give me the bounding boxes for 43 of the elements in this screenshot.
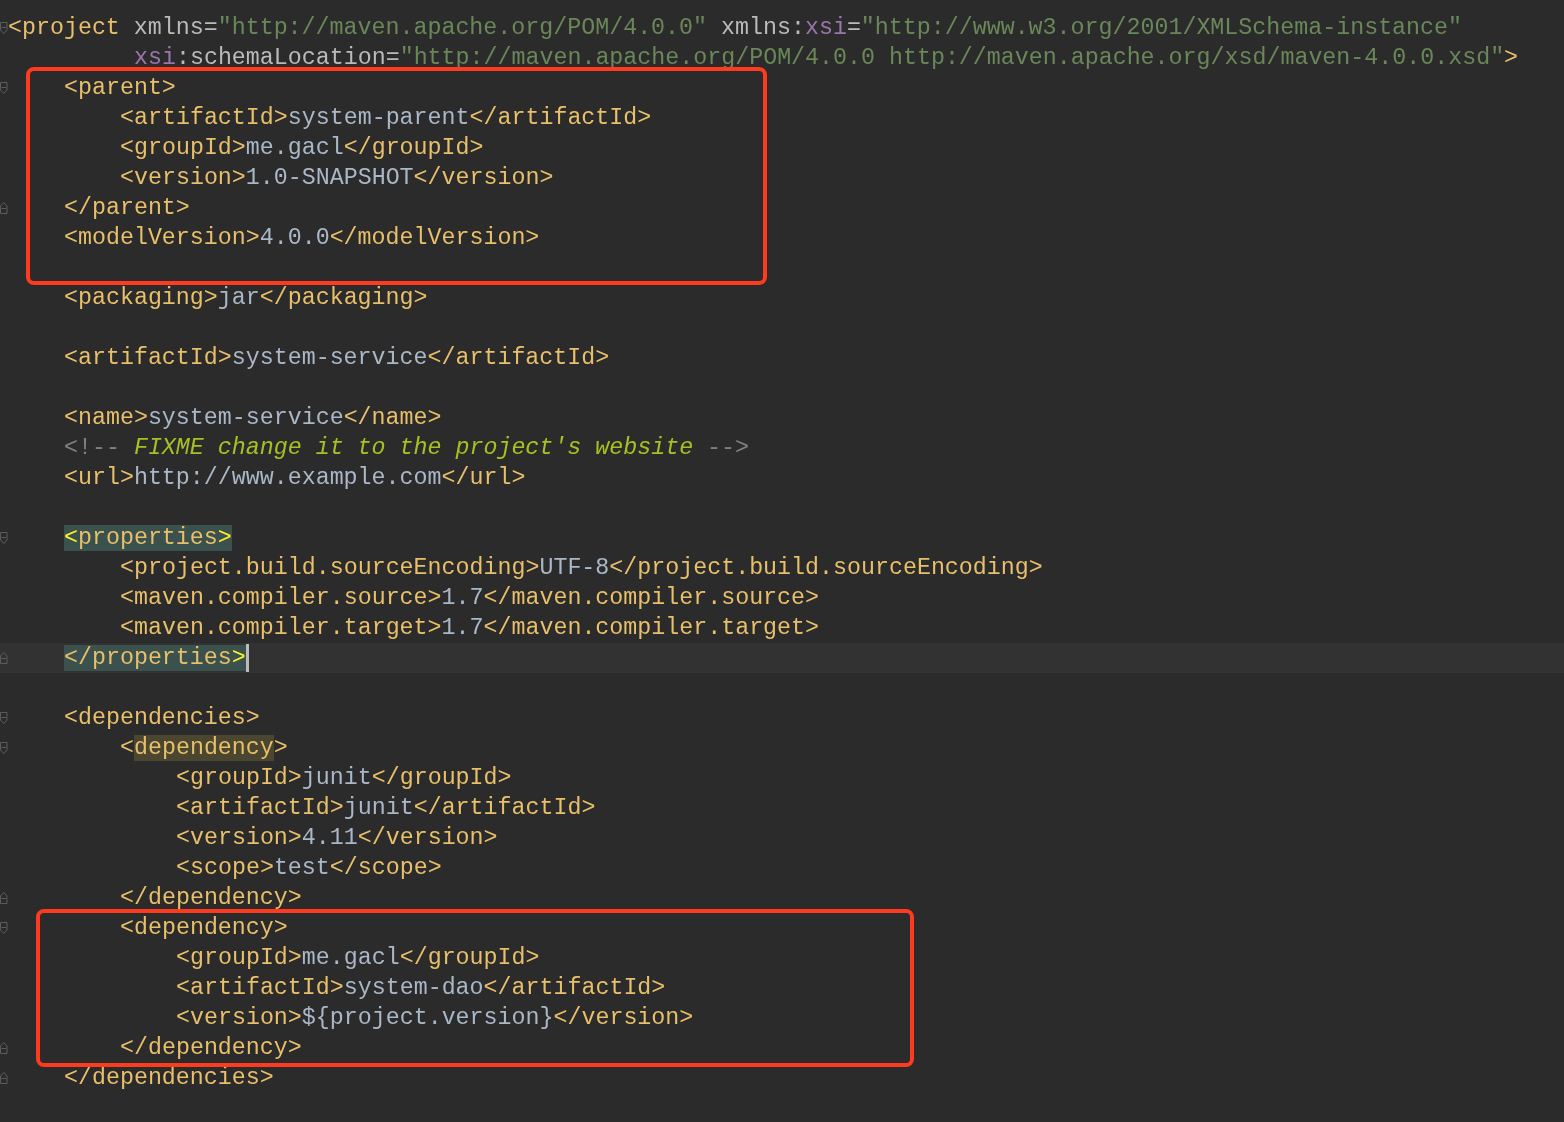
- code-line: <scope>test</scope>: [176, 854, 442, 883]
- fold-icon[interactable]: [0, 21, 8, 35]
- code-line: <dependency>: [120, 914, 288, 943]
- code-line: </parent>: [64, 194, 190, 223]
- code-line: <groupId>me.gacl</groupId>: [120, 134, 484, 163]
- fold-end-icon[interactable]: [0, 891, 8, 905]
- fold-icon[interactable]: [0, 531, 8, 545]
- code-line: <artifactId>junit</artifactId>: [176, 794, 596, 823]
- code-line: </dependency>: [120, 884, 302, 913]
- fold-end-icon[interactable]: [0, 1071, 8, 1085]
- fold-end-icon[interactable]: [0, 1041, 8, 1055]
- text-caret: [245, 644, 249, 672]
- code-line: <project.build.sourceEncoding>UTF-8</project.build.sourceEncoding>: [120, 554, 1043, 583]
- code-line: <maven.compiler.target>1.7</maven.compiler.target>: [120, 614, 820, 643]
- code-line: <version>4.11</version>: [176, 824, 498, 853]
- code-line: <dependencies>: [64, 704, 260, 733]
- code-line: <url>http://www.example.com</url>: [64, 464, 526, 493]
- fold-end-icon[interactable]: [0, 651, 8, 665]
- code-line: <artifactId>system-parent</artifactId>: [120, 104, 652, 133]
- code-line: </dependencies>: [64, 1064, 274, 1093]
- code-line: <project xmlns="http://maven.apache.org/POM/4.0.0" xmlns:xsi="http://www.w3.org/2001/XMLSchema-instance": [8, 14, 1463, 43]
- code-line: <parent>: [64, 74, 176, 103]
- code-line: <modelVersion>4.0.0</modelVersion>: [64, 224, 540, 253]
- code-line: <groupId>junit</groupId>: [176, 764, 512, 793]
- code-line: <dependency>: [120, 734, 288, 763]
- fold-icon[interactable]: [0, 741, 8, 755]
- code-line: </dependency>: [120, 1034, 302, 1063]
- code-line: xsi:schemaLocation="http://maven.apache.org/POM/4.0.0 http://maven.apache.org/xsd/maven-4.0.0.xsd">: [134, 44, 1519, 73]
- code-line: <packaging>jar</packaging>: [64, 284, 428, 313]
- code-line: <artifactId>system-service</artifactId>: [64, 344, 610, 373]
- fold-icon[interactable]: [0, 921, 8, 935]
- code-line: <name>system-service</name>: [64, 404, 442, 433]
- fold-icon[interactable]: [0, 81, 8, 95]
- code-line: <maven.compiler.source>1.7</maven.compiler.source>: [120, 584, 820, 613]
- code-line: <properties>: [64, 524, 232, 553]
- code-line: <groupId>me.gacl</groupId>: [176, 944, 540, 973]
- code-line: </properties>: [64, 644, 246, 673]
- code-line: <version>${project.version}</version>: [176, 1004, 694, 1033]
- code-line: <version>1.0-SNAPSHOT</version>: [120, 164, 554, 193]
- fold-icon[interactable]: [0, 711, 8, 725]
- code-line: <artifactId>system-dao</artifactId>: [176, 974, 666, 1003]
- code-line: <!-- FIXME change it to the project's website -->: [64, 434, 750, 463]
- fold-end-icon[interactable]: [0, 201, 8, 215]
